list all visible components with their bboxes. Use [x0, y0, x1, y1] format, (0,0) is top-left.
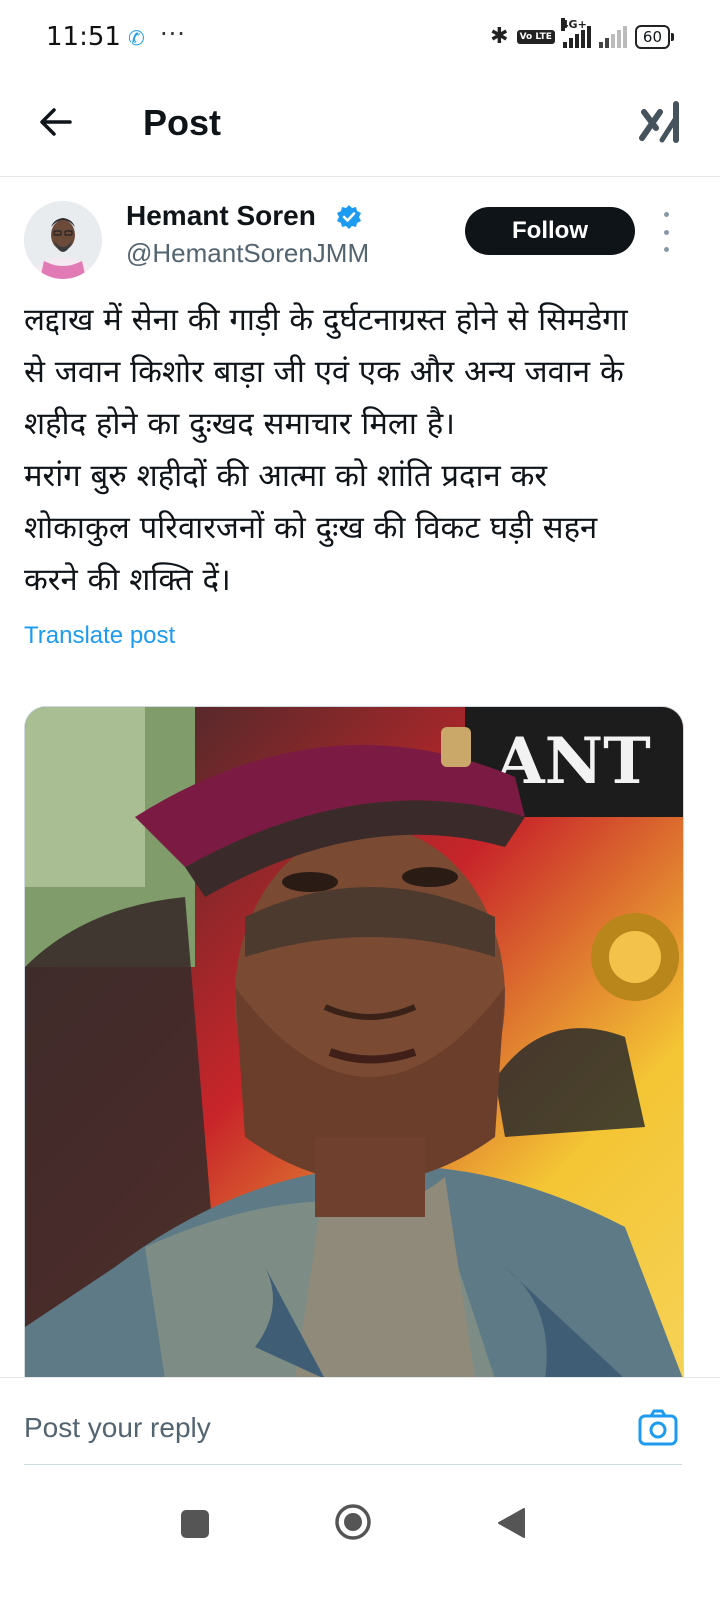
more-options-icon[interactable]: [656, 212, 676, 252]
system-nav-bar: [0, 1470, 720, 1600]
square-icon[interactable]: [181, 1510, 209, 1538]
status-more-indicator: ···: [160, 20, 186, 48]
phone-icon: ✆: [128, 26, 145, 50]
post-text-line: मरांग बुरु शहीदों की आत्मा को शांति प्रद…: [24, 458, 548, 494]
battery-icon: 60: [634, 24, 675, 49]
volte-badge: Vo LTE: [516, 29, 555, 44]
network-type-label: 4G+: [560, 17, 587, 31]
circle-icon[interactable]: [334, 1503, 372, 1541]
signal-strength-icon: 4G+: [560, 17, 591, 48]
translate-post-link[interactable]: Translate post: [24, 622, 175, 650]
reply-input[interactable]: Post your reply: [24, 1412, 211, 1444]
divider: [24, 1464, 682, 1465]
post-text-line: शोकाकुल परिवारजनों को दुःख की विकट घड़ी …: [24, 510, 598, 546]
status-bar: 11:51 ✆ ··· ✱ Vo LTE 4G+ 60: [0, 0, 720, 78]
post-media-image[interactable]: ANT: [24, 706, 684, 1379]
avatar[interactable]: [24, 201, 102, 279]
status-time: 11:51: [46, 22, 121, 52]
verified-badge-icon: [336, 204, 362, 230]
post-text-line: शहीद होने का दुःखद समाचार मिला है।: [24, 406, 455, 442]
post-text-line: लद्दाख में सेना की गाड़ी के दुर्घटनाग्रस…: [24, 302, 628, 338]
bluetooth-icon: ✱: [490, 24, 509, 49]
reply-bar: Post your reply: [0, 1377, 720, 1468]
grok-icon[interactable]: [638, 98, 682, 146]
status-icons: ✱ Vo LTE 4G+ 60: [490, 17, 675, 49]
page-title: Post: [143, 102, 222, 143]
post-text-line: करने की शक्ति दें।: [24, 562, 231, 598]
triangle-back-icon[interactable]: [496, 1506, 526, 1540]
author-name[interactable]: Hemant Soren: [126, 200, 316, 232]
post-text: लद्दाख में सेना की गाड़ी के दुर्घटनाग्रस…: [24, 294, 694, 606]
top-app-bar: Post: [0, 78, 720, 177]
arrow-left-icon[interactable]: [34, 100, 78, 144]
author-handle[interactable]: @HemantSorenJMM: [126, 238, 369, 269]
follow-button[interactable]: Follow: [465, 207, 635, 255]
post-text-line: से जवान किशोर बाड़ा जी एवं एक और अन्य जव…: [24, 354, 624, 390]
camera-icon[interactable]: [638, 1408, 678, 1448]
signal-strength-2-icon: [598, 25, 627, 48]
